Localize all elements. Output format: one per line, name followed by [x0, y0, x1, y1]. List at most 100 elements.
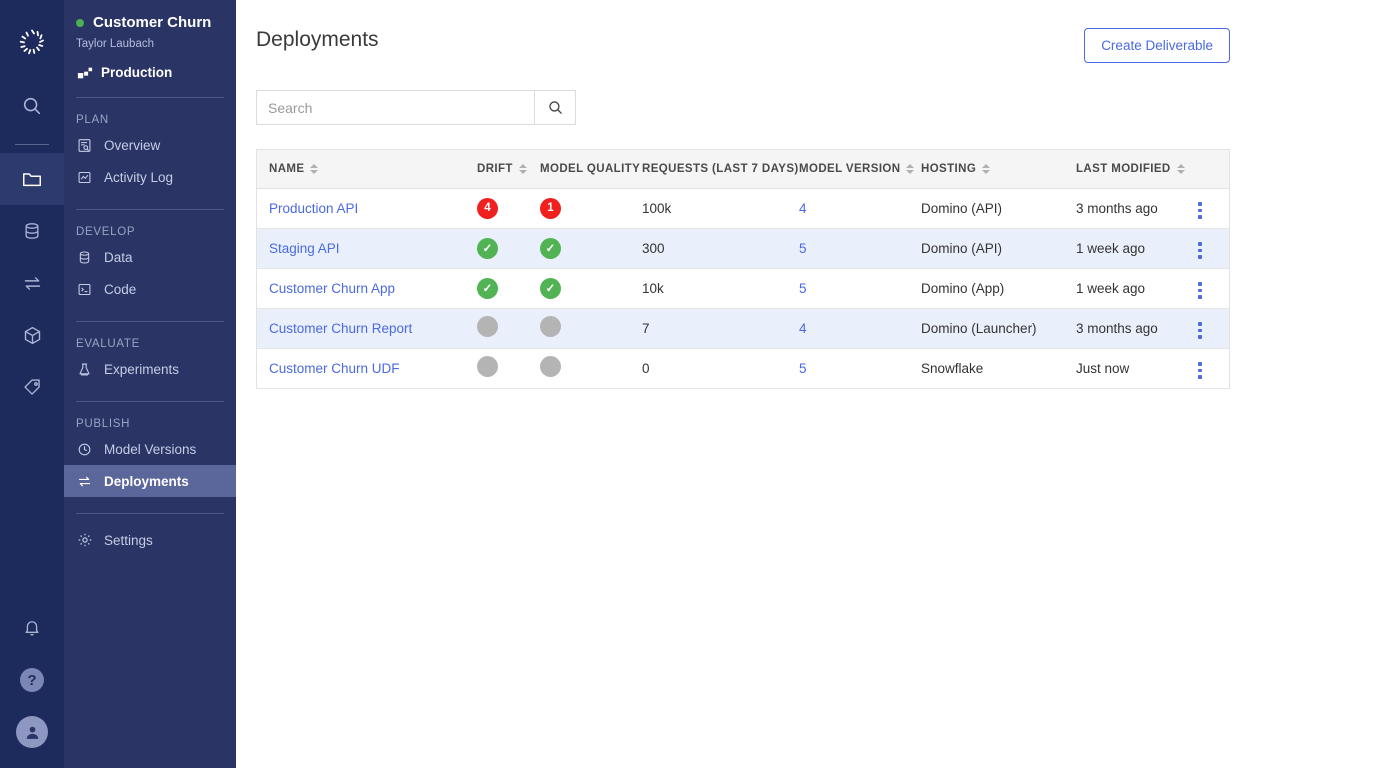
- code-icon: [76, 281, 93, 298]
- search-row: [256, 90, 1230, 125]
- gear-icon: [76, 532, 93, 549]
- cell-drift-badge: 4: [477, 198, 498, 219]
- cell-hosting: Domino (Launcher): [909, 308, 1064, 348]
- model-version-link[interactable]: 5: [799, 281, 807, 296]
- cell-model-version: 4: [787, 308, 909, 348]
- sidebar-item-deployments[interactable]: Deployments: [64, 465, 236, 497]
- table-row[interactable]: Customer Churn UDF05SnowflakeJust now: [257, 348, 1229, 388]
- cell-model-quality-badge: 1: [540, 198, 561, 219]
- avatar: [16, 716, 48, 748]
- column-label: REQUESTS (LAST 7 DAYS): [642, 163, 799, 175]
- column-label: MODEL QUALITY: [540, 163, 640, 175]
- table-row[interactable]: Customer Churn Report 74 Domino (Launcher)…: [257, 308, 1229, 348]
- sidebar-item-activity-log[interactable]: Activity Log: [64, 161, 236, 193]
- rail-item-tag[interactable]: [0, 361, 64, 413]
- column-label: NAME: [269, 163, 304, 175]
- table-row[interactable]: Staging API✓✓3005Domino (API)1 week ago: [257, 228, 1229, 268]
- deployment-name-link[interactable]: Customer Churn App: [269, 281, 395, 296]
- column-header-hosting[interactable]: HOSTING: [909, 150, 1064, 188]
- project-owner: Taylor Laubach: [64, 31, 236, 50]
- nav-group-plan: PLAN: [64, 98, 236, 129]
- kebab-menu-icon[interactable]: [1194, 198, 1206, 223]
- column-label: LAST MODIFIED: [1076, 163, 1171, 175]
- deployment-name-link[interactable]: Customer Churn Report: [269, 321, 412, 336]
- cell-model-quality: ✓: [528, 228, 630, 268]
- column-header-drift[interactable]: DRIFT: [465, 150, 528, 188]
- cell-hosting: Domino (API): [909, 188, 1064, 228]
- cell-name: Customer Churn UDF: [257, 348, 465, 388]
- sidebar-item-settings[interactable]: Settings: [64, 524, 236, 556]
- sidebar-item-data[interactable]: Data: [64, 241, 236, 273]
- search-input[interactable]: [256, 90, 534, 125]
- cell-name: Production API: [257, 188, 465, 228]
- cell-name: Customer Churn App: [257, 268, 465, 308]
- cell-model-version: 5: [787, 228, 909, 268]
- cell-last-modified: 3 months ago: [1064, 188, 1182, 228]
- kebab-menu-icon[interactable]: [1194, 358, 1206, 383]
- deployment-name-link[interactable]: Staging API: [269, 241, 340, 256]
- rail-item-transfer[interactable]: [0, 257, 64, 309]
- cell-requests: 7: [630, 308, 787, 348]
- sort-icon[interactable]: [519, 164, 527, 174]
- cell-actions: [1182, 228, 1229, 268]
- sort-icon[interactable]: [1177, 164, 1185, 174]
- project-title-row[interactable]: Customer Churn: [64, 14, 236, 31]
- column-header-requests[interactable]: REQUESTS (LAST 7 DAYS): [630, 150, 787, 188]
- model-version-link[interactable]: 5: [799, 361, 807, 376]
- table-row[interactable]: Production API 4 1 100k 4 Domino (API)3 month…: [257, 188, 1229, 228]
- table-header-row: NAME DRIFT MODEL QUALITY REQUESTS (LAST …: [257, 150, 1229, 188]
- model-version-link[interactable]: 5: [799, 241, 807, 256]
- deployment-name-link[interactable]: Production API: [269, 201, 358, 216]
- cell-drift-badge: ✓: [477, 238, 498, 259]
- cell-drift-badge: [477, 316, 498, 337]
- column-header-last-modified[interactable]: LAST MODIFIED: [1064, 150, 1182, 188]
- cell-model-quality-badge: [540, 316, 561, 337]
- rail-item-database[interactable]: [0, 205, 64, 257]
- column-label: HOSTING: [921, 163, 976, 175]
- kebab-menu-icon[interactable]: [1194, 278, 1206, 303]
- sidebar-item-label: Settings: [104, 533, 153, 548]
- sidebar-item-code[interactable]: Code: [64, 273, 236, 305]
- model-version-link[interactable]: 4: [799, 201, 807, 216]
- cell-name: Customer Churn Report: [257, 308, 465, 348]
- column-header-name[interactable]: NAME: [257, 150, 465, 188]
- cell-actions: [1182, 348, 1229, 388]
- nav-group-publish: PUBLISH: [64, 402, 236, 433]
- kebab-menu-icon[interactable]: [1194, 318, 1206, 343]
- sort-icon[interactable]: [906, 164, 914, 174]
- sort-icon[interactable]: [310, 164, 318, 174]
- cell-requests: 100k: [630, 188, 787, 228]
- bell-icon[interactable]: [0, 602, 64, 654]
- sidebar-item-overview[interactable]: Overview: [64, 129, 236, 161]
- create-deliverable-button[interactable]: Create Deliverable: [1084, 28, 1230, 63]
- sidebar-item-experiments[interactable]: Experiments: [64, 353, 236, 385]
- cell-actions: [1182, 188, 1229, 228]
- project-sidebar: Customer Churn Taylor Laubach Production…: [64, 0, 236, 768]
- rail-search-icon[interactable]: [0, 80, 64, 132]
- domino-logo-icon[interactable]: [12, 22, 52, 62]
- rail-item-folder[interactable]: [0, 153, 64, 205]
- model-version-link[interactable]: 4: [799, 321, 807, 336]
- column-header-model-quality[interactable]: MODEL QUALITY: [528, 150, 630, 188]
- cell-requests: 300: [630, 228, 787, 268]
- kebab-menu-icon[interactable]: [1194, 238, 1206, 263]
- sidebar-item-label: Experiments: [104, 362, 179, 377]
- rail-bottom-group: ?: [0, 602, 64, 758]
- rail-item-cube[interactable]: [0, 309, 64, 361]
- sort-icon[interactable]: [982, 164, 990, 174]
- search-submit-button[interactable]: [534, 90, 576, 125]
- user-avatar-icon[interactable]: [0, 706, 64, 758]
- cell-drift: ✓: [465, 268, 528, 308]
- column-label: DRIFT: [477, 163, 513, 175]
- project-environment[interactable]: Production: [64, 50, 236, 81]
- deployment-name-link[interactable]: Customer Churn UDF: [269, 361, 400, 376]
- column-label: MODEL VERSION: [799, 163, 900, 175]
- column-header-model-version[interactable]: MODEL VERSION: [787, 150, 909, 188]
- help-icon[interactable]: ?: [0, 654, 64, 706]
- flask-icon: [76, 361, 93, 378]
- project-environment-label: Production: [101, 65, 172, 80]
- cell-last-modified: 3 months ago: [1064, 308, 1182, 348]
- sidebar-item-model-versions[interactable]: Model Versions: [64, 433, 236, 465]
- sidebar-item-label: Overview: [104, 138, 160, 153]
- table-row[interactable]: Customer Churn App✓✓10k5Domino (App)1 we…: [257, 268, 1229, 308]
